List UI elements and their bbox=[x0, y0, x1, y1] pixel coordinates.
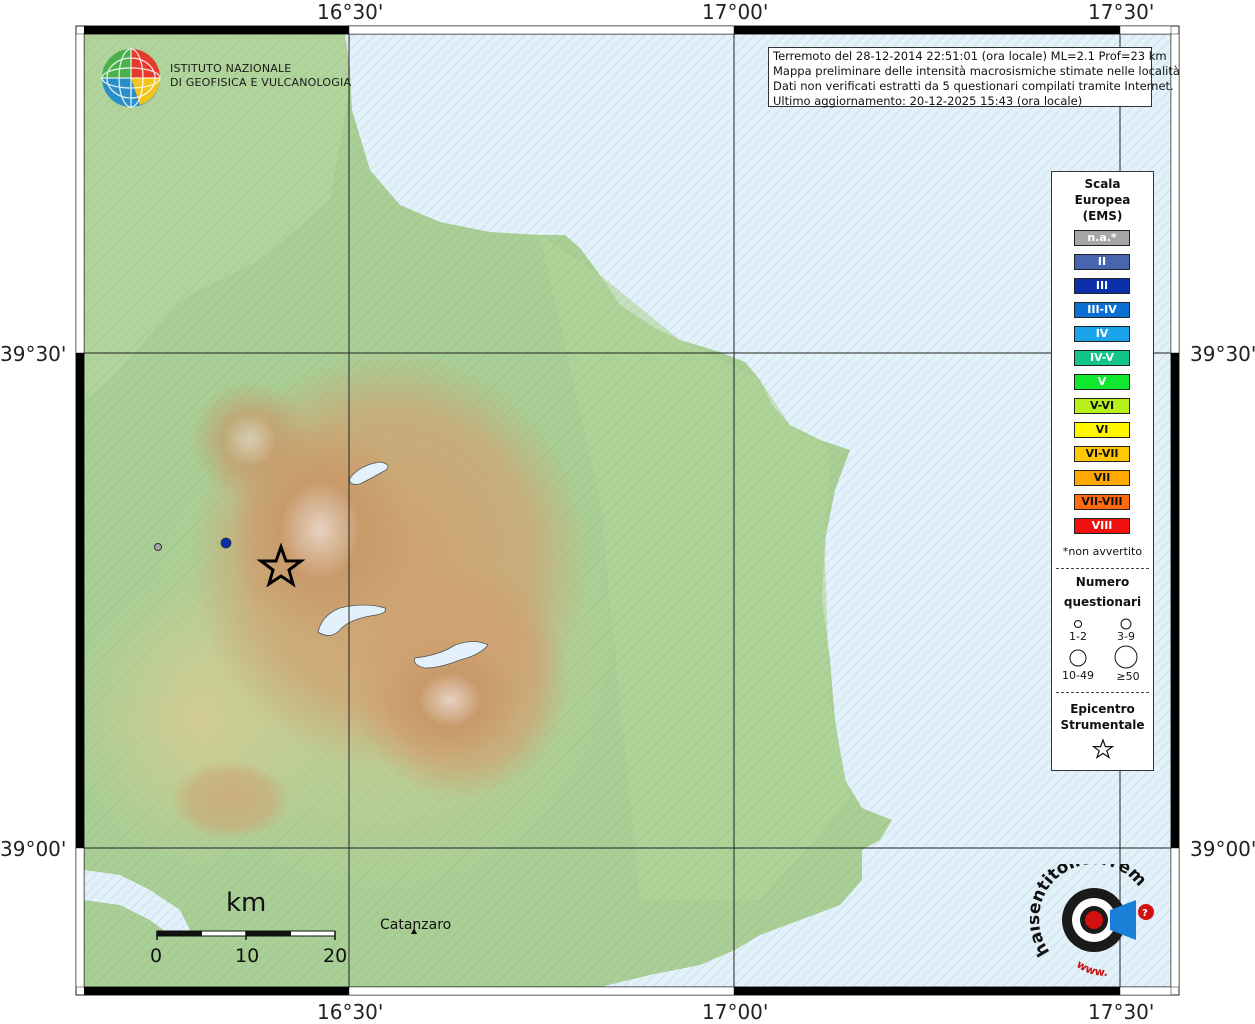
ingv-logo-text: ISTITUTO NAZIONALE DI GEOFISICA E VULCAN… bbox=[170, 62, 351, 90]
lon-label-bottom: 17°00' bbox=[702, 1000, 769, 1024]
legend-title: Scala bbox=[1084, 177, 1121, 191]
legend-size-label: ≥50 bbox=[1116, 670, 1140, 683]
lon-label-top: 17°30' bbox=[1088, 0, 1155, 24]
lat-label-left: 39°00' bbox=[0, 837, 67, 861]
legend-divider bbox=[1056, 568, 1149, 569]
legend-intensity-swatch: IV-V bbox=[1074, 350, 1130, 366]
scale-tick-label: 0 bbox=[150, 945, 163, 967]
info-line-description: Mappa preliminare delle intensità macros… bbox=[773, 64, 1180, 78]
legend-divider bbox=[1056, 692, 1149, 693]
svg-text:www.: www. bbox=[1074, 958, 1108, 976]
legend-star-icon bbox=[1092, 738, 1114, 759]
mountain-zone bbox=[170, 760, 290, 840]
legend-intensity-swatch: VIII bbox=[1074, 518, 1130, 534]
lon-label-top: 17°00' bbox=[702, 0, 769, 24]
legend-size-label: 1-2 bbox=[1069, 630, 1087, 643]
legend-intensity-swatch: VI-VII bbox=[1074, 446, 1130, 462]
scale-tick-label: 10 bbox=[235, 945, 260, 967]
legend-intensity-swatch: IV bbox=[1074, 326, 1130, 342]
legend-intensity-swatch: III bbox=[1074, 278, 1130, 294]
legend-intensity-swatch: n.a.* bbox=[1074, 230, 1130, 246]
scale-unit: km bbox=[226, 888, 267, 918]
legend-size-label: 3-9 bbox=[1117, 630, 1135, 643]
mountain-zone bbox=[190, 380, 310, 500]
info-line-updated: Ultimo aggiornamento: 20-12-2025 15:43 (… bbox=[773, 94, 1083, 108]
legend-panel: Scala Europea (EMS) n.a.* II III III-IV IV IV… bbox=[1051, 171, 1154, 771]
intensity-point-iii[interactable] bbox=[220, 537, 232, 549]
intensity-point-na[interactable] bbox=[154, 543, 162, 551]
ingv-globe-icon bbox=[101, 48, 161, 108]
legend-intensity-swatch: VI bbox=[1074, 422, 1130, 438]
lat-label-left: 39°30' bbox=[0, 342, 67, 366]
legend-intensity-swatch: V-VI bbox=[1074, 398, 1130, 414]
lat-label-right: 39°00' bbox=[1190, 837, 1255, 861]
legend-size-label: 10-49 bbox=[1062, 669, 1094, 682]
legend-intensity-swatch: VII-VIII bbox=[1074, 494, 1130, 510]
legend-intensity-swatch: III-IV bbox=[1074, 302, 1130, 318]
legend-epicenter-title: Strumentale bbox=[1060, 718, 1145, 732]
legend-intensity-swatch: VII bbox=[1074, 470, 1130, 486]
legend-title: (EMS) bbox=[1082, 209, 1123, 223]
ingv-logo-line2: DI GEOFISICA E VULCANOLOGIA bbox=[170, 76, 352, 89]
lat-label-right: 39°30' bbox=[1190, 342, 1255, 366]
info-line-disclaimer: Dati non verificati estratti da 5 questi… bbox=[773, 79, 1174, 93]
haisentito-logo: haisentitoilterremoto.it www. ? bbox=[1030, 864, 1154, 976]
haisentito-logo-www: www. bbox=[1074, 958, 1108, 976]
info-line-event: Terremoto del 28-12-2014 22:51:01 (ora l… bbox=[773, 49, 1167, 63]
info-box: Terremoto del 28-12-2014 22:51:01 (ora l… bbox=[768, 47, 1180, 108]
legend-intensity-swatch: V bbox=[1074, 374, 1130, 390]
ingv-logo-line1: ISTITUTO NAZIONALE bbox=[170, 62, 292, 75]
legend-title: Europea bbox=[1074, 193, 1131, 207]
legend-count-title: questionari bbox=[1063, 595, 1142, 609]
scale-tick-label: 20 bbox=[323, 945, 348, 967]
legend-count-title: Numero bbox=[1075, 575, 1130, 589]
legend-intensity-swatch: II bbox=[1074, 254, 1130, 270]
svg-text:?: ? bbox=[1142, 908, 1148, 919]
lon-label-bottom: 16°30' bbox=[317, 1000, 384, 1024]
lon-label-bottom: 17°30' bbox=[1088, 1000, 1155, 1024]
lon-label-top: 16°30' bbox=[317, 0, 384, 24]
city-label-catanzaro: Catanzaro bbox=[380, 917, 452, 933]
legend-note: *non avvertito bbox=[1062, 545, 1143, 558]
legend-epicenter-title: Epicentro bbox=[1070, 702, 1135, 716]
